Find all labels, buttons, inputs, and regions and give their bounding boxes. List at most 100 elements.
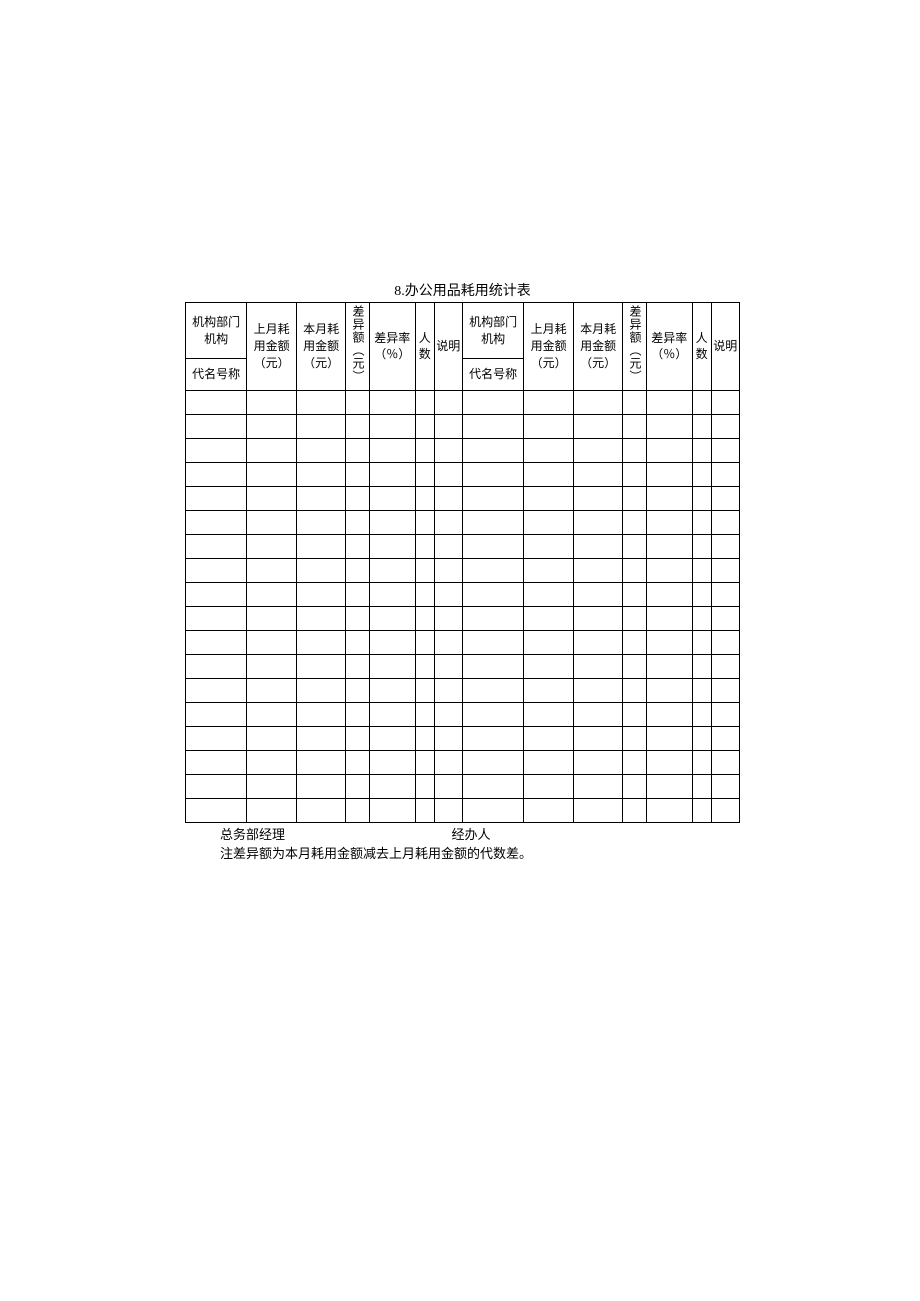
table-row — [186, 702, 740, 726]
table-cell — [524, 606, 574, 630]
table-cell — [186, 438, 247, 462]
table-cell — [646, 630, 692, 654]
table-cell — [711, 750, 739, 774]
header-last-month-left: 上月耗用金额（元） — [247, 303, 297, 391]
table-cell — [524, 750, 574, 774]
table-cell — [247, 678, 297, 702]
table-cell — [573, 558, 623, 582]
table-cell — [711, 726, 739, 750]
table-cell — [573, 630, 623, 654]
table-cell — [415, 606, 434, 630]
table-cell — [247, 486, 297, 510]
table-row — [186, 558, 740, 582]
table-cell — [186, 558, 247, 582]
table-cell — [692, 414, 711, 438]
table-cell — [573, 606, 623, 630]
table-cell — [186, 510, 247, 534]
table-cell — [462, 486, 523, 510]
table-cell — [462, 750, 523, 774]
table-cell — [692, 462, 711, 486]
footer-signatures: 总务部经理 经办人 — [185, 825, 740, 845]
page-title: 8.办公用品耗用统计表 — [185, 280, 740, 300]
table-cell — [296, 582, 346, 606]
table-cell — [247, 798, 297, 822]
table-cell — [434, 390, 462, 414]
table-cell — [346, 462, 369, 486]
header-org-top-left: 机构部门机构 — [186, 303, 247, 359]
table-cell — [573, 510, 623, 534]
table-cell — [186, 462, 247, 486]
table-cell — [623, 702, 646, 726]
table-row — [186, 606, 740, 630]
table-cell — [524, 462, 574, 486]
table-cell — [296, 606, 346, 630]
table-cell — [623, 582, 646, 606]
table-cell — [646, 582, 692, 606]
table-cell — [186, 486, 247, 510]
table-cell — [462, 630, 523, 654]
table-cell — [462, 678, 523, 702]
table-cell — [296, 534, 346, 558]
table-cell — [573, 774, 623, 798]
table-cell — [573, 726, 623, 750]
table-cell — [711, 438, 739, 462]
table-cell — [524, 414, 574, 438]
table-cell — [186, 678, 247, 702]
table-cell — [247, 390, 297, 414]
table-cell — [434, 774, 462, 798]
table-cell — [186, 390, 247, 414]
table-cell — [434, 558, 462, 582]
table-cell — [462, 798, 523, 822]
table-cell — [711, 462, 739, 486]
table-cell — [434, 438, 462, 462]
table-cell — [369, 798, 415, 822]
table-cell — [346, 438, 369, 462]
table-cell — [692, 726, 711, 750]
table-cell — [346, 630, 369, 654]
table-cell — [415, 438, 434, 462]
table-cell — [296, 798, 346, 822]
table-row — [186, 678, 740, 702]
table-cell — [434, 750, 462, 774]
table-cell — [186, 750, 247, 774]
table-cell — [524, 630, 574, 654]
header-org-sub-right: 代名号称 — [462, 359, 523, 391]
table-cell — [573, 798, 623, 822]
table-cell — [369, 702, 415, 726]
table-cell — [692, 798, 711, 822]
table-cell — [296, 486, 346, 510]
table-cell — [186, 534, 247, 558]
table-cell — [346, 702, 369, 726]
table-cell — [623, 750, 646, 774]
table-cell — [692, 702, 711, 726]
table-cell — [186, 606, 247, 630]
table-cell — [415, 534, 434, 558]
table-cell — [623, 438, 646, 462]
header-people-right: 人数 — [692, 303, 711, 391]
table-cell — [415, 390, 434, 414]
table-cell — [711, 414, 739, 438]
table-cell — [346, 750, 369, 774]
table-row — [186, 486, 740, 510]
table-cell — [434, 654, 462, 678]
header-last-month-right: 上月耗用金额（元） — [524, 303, 574, 391]
table-cell — [646, 750, 692, 774]
table-cell — [623, 654, 646, 678]
table-cell — [692, 486, 711, 510]
table-cell — [434, 462, 462, 486]
table-cell — [711, 702, 739, 726]
table-cell — [524, 582, 574, 606]
table-cell — [346, 654, 369, 678]
table-cell — [434, 798, 462, 822]
table-cell — [415, 774, 434, 798]
table-cell — [462, 510, 523, 534]
table-cell — [186, 726, 247, 750]
table-cell — [415, 798, 434, 822]
table-cell — [646, 414, 692, 438]
table-cell — [692, 774, 711, 798]
table-cell — [434, 726, 462, 750]
table-cell — [346, 486, 369, 510]
table-cell — [247, 630, 297, 654]
table-row — [186, 462, 740, 486]
table-cell — [573, 438, 623, 462]
